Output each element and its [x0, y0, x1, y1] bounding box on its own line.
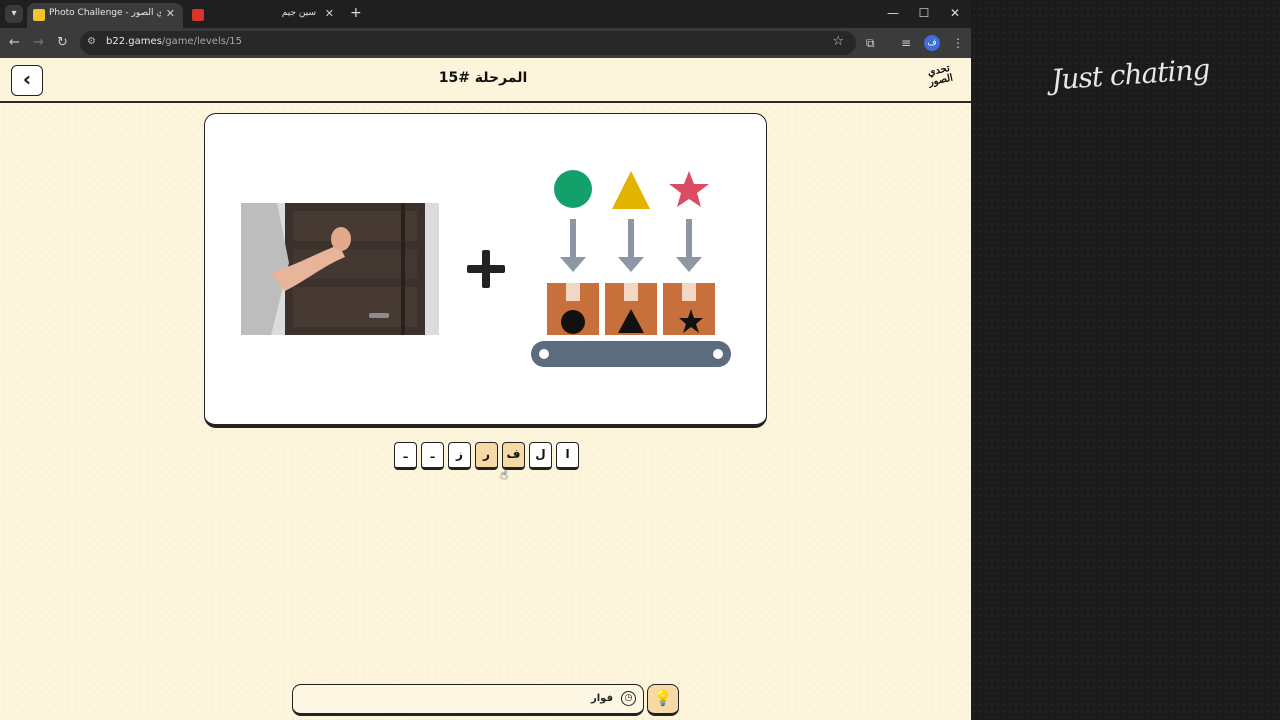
address-bar[interactable]: ⚙ b22.games/game/levels/15 ☆ — [80, 31, 856, 55]
browser-window: ▾ Photo Challenge - تحدي الصور ✕ سين جيم… — [0, 0, 971, 720]
bookmark-star-icon[interactable]: ☆ — [832, 34, 844, 49]
letter-slot[interactable]: ر — [475, 442, 498, 470]
letter-slot[interactable]: ل — [529, 442, 552, 470]
close-tab-icon[interactable]: ✕ — [166, 7, 175, 20]
hand-cursor-icon: ☝ — [500, 468, 508, 483]
lightbulb-icon: 💡 — [653, 689, 673, 707]
forward-arrow-icon[interactable]: → — [33, 34, 44, 52]
puzzle-card — [204, 113, 767, 428]
browser-menu-icon[interactable]: ⋮ — [952, 35, 964, 51]
sorting-conveyor-illustration — [531, 170, 731, 367]
yellow-triangle-icon — [612, 171, 650, 209]
letter-slot[interactable]: ز — [448, 442, 471, 470]
url-domain: b22.games — [106, 36, 162, 47]
page-header: ‹ المرحلة #15 تحدي الصور — [0, 58, 971, 103]
clock-icon: ◷ — [621, 691, 636, 706]
tab-title: Photo Challenge - تحدي الصور — [49, 8, 161, 18]
extensions-icon[interactable]: ⧉ — [866, 35, 875, 51]
tab-seen-jeem[interactable]: سين جيم ✕ — [186, 3, 342, 28]
green-circle-icon — [554, 170, 592, 208]
letter-slot[interactable]: ا — [556, 442, 579, 470]
close-tab-icon[interactable]: ✕ — [325, 7, 334, 20]
seen-jeem-favicon-icon — [192, 9, 204, 21]
answer-letter-slots: ا ل ف ر ز ـ ـ — [393, 442, 579, 471]
media-control-icon[interactable]: ≡ — [901, 35, 911, 51]
url-path: /game/levels/15 — [161, 36, 243, 47]
answer-text: فوار — [590, 693, 613, 704]
tab-search-button[interactable]: ▾ — [5, 5, 23, 23]
knocking-door-photo — [241, 203, 439, 335]
letter-slot[interactable]: ف — [502, 442, 525, 470]
stream-side-panel: Just chating — [971, 0, 1280, 720]
game-logo[interactable]: تحدي الصور — [917, 62, 964, 100]
site-info-icon[interactable]: ⚙ — [87, 36, 96, 47]
red-star-icon — [669, 171, 709, 207]
plus-icon — [467, 250, 505, 288]
chevron-left-icon: ‹ — [22, 67, 32, 91]
letter-slot[interactable]: ـ — [394, 442, 417, 470]
page-title: المرحلة #15 — [438, 70, 528, 86]
maximize-button[interactable]: ☐ — [909, 5, 939, 21]
stream-overlay-text: Just chating — [1050, 52, 1211, 97]
tab-title: سين جيم — [281, 8, 316, 18]
tab-strip: ▾ Photo Challenge - تحدي الصور ✕ سين جيم… — [0, 0, 971, 28]
hint-button[interactable]: 💡 — [647, 684, 679, 716]
minimize-button[interactable]: — — [878, 5, 908, 21]
reload-icon[interactable]: ↻ — [57, 34, 68, 52]
back-button[interactable]: ‹ — [11, 65, 43, 96]
game-page: ‹ المرحلة #15 تحدي الصور ا ل ف ر ز ـ ـ ☝… — [0, 58, 971, 720]
back-arrow-icon[interactable]: ← — [9, 34, 20, 52]
new-tab-button[interactable]: + — [350, 6, 362, 20]
profile-avatar[interactable]: ف — [924, 35, 940, 51]
tab-photo-challenge[interactable]: Photo Challenge - تحدي الصور ✕ — [27, 3, 183, 28]
letter-slot[interactable]: ـ — [421, 442, 444, 470]
url-text[interactable]: b22.games/game/levels/15 — [106, 36, 242, 47]
answer-input[interactable]: فوار ◷ — [292, 684, 644, 716]
photo-challenge-favicon-icon — [33, 9, 45, 21]
window-close-button[interactable]: ✕ — [940, 5, 970, 21]
conveyor-belt — [531, 341, 731, 367]
browser-toolbar: ← → ↻ ⚙ b22.games/game/levels/15 ☆ ⧉ ≡ ف… — [0, 28, 971, 58]
